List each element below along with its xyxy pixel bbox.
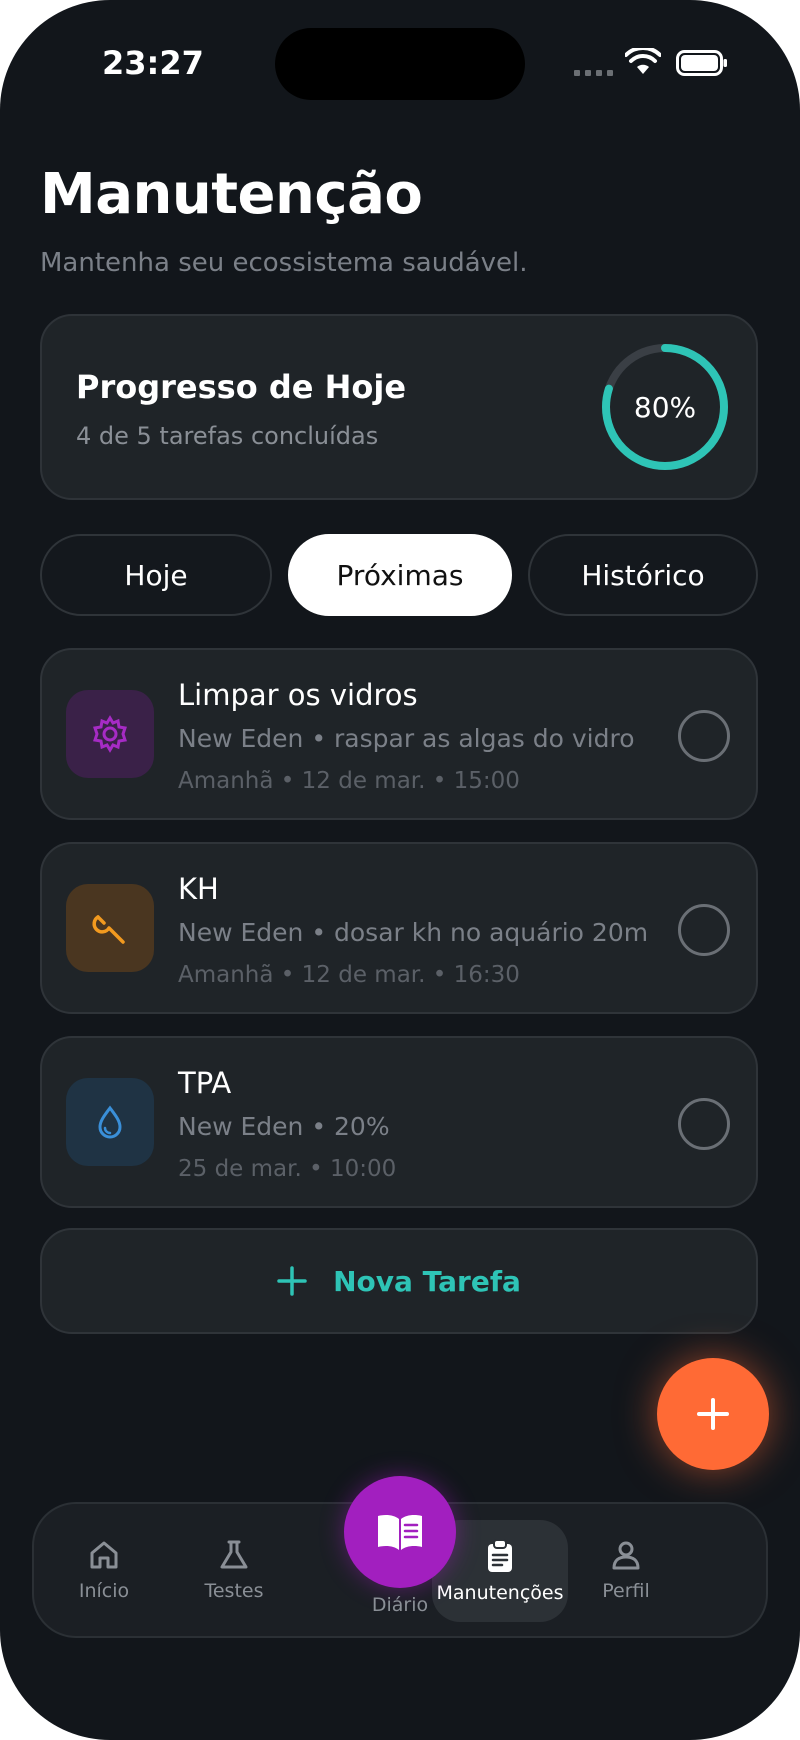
new-task-label: Nova Tarefa	[333, 1264, 521, 1298]
battery-icon	[676, 50, 727, 76]
tab-historico[interactable]: Histórico	[528, 534, 758, 616]
progress-title: Progresso de Hoje	[76, 368, 407, 406]
task-title: TPA	[178, 1066, 232, 1100]
nav-label: Diário	[371, 1594, 429, 1616]
dynamic-island	[275, 28, 525, 100]
progress-percent: 80%	[633, 390, 697, 424]
nav-item-testes[interactable]: Testes	[184, 1504, 284, 1636]
cellular-signal-icon	[574, 70, 613, 76]
add-fab-button[interactable]	[657, 1358, 769, 1470]
home-icon	[90, 1541, 118, 1569]
nav-label: Testes	[204, 1580, 264, 1602]
task-date: Amanhã • 12 de mar. • 16:30	[178, 962, 520, 988]
progress-card: Progresso de Hoje 4 de 5 tarefas concluí…	[40, 314, 758, 500]
task-description: New Eden • dosar kh no aquário 20m	[178, 918, 649, 947]
wrench-icon	[66, 884, 154, 972]
wifi-icon	[625, 48, 661, 74]
water-drop-icon	[66, 1078, 154, 1166]
gear-icon	[66, 690, 154, 778]
task-card[interactable]: TPA New Eden • 20% 25 de mar. • 10:00	[40, 1036, 758, 1208]
page-subtitle: Mantenha seu ecossistema saudável.	[40, 248, 528, 278]
flask-icon	[220, 1540, 248, 1569]
nav-item-diario[interactable]	[344, 1476, 456, 1588]
task-complete-checkbox[interactable]	[678, 1098, 730, 1150]
tab-hoje[interactable]: Hoje	[40, 534, 272, 616]
clipboard-icon	[488, 1539, 512, 1572]
nav-label: Início	[78, 1580, 130, 1602]
task-date: 25 de mar. • 10:00	[178, 1156, 397, 1182]
nav-item-inicio[interactable]: Início	[54, 1504, 154, 1636]
tab-proximas[interactable]: Próximas	[288, 534, 512, 616]
task-title: Limpar os vidros	[178, 678, 418, 712]
task-description: New Eden • 20%	[178, 1112, 390, 1141]
task-complete-checkbox[interactable]	[678, 904, 730, 956]
task-description: New Eden • raspar as algas do vidro	[178, 724, 635, 753]
user-icon	[612, 1541, 640, 1570]
task-card[interactable]: KH New Eden • dosar kh no aquário 20m Am…	[40, 842, 758, 1014]
book-icon	[378, 1515, 422, 1550]
phone-screen: 23:27 Manutenção Mantenha seu ecossistem…	[0, 0, 800, 1740]
page-title: Manutenção	[40, 162, 423, 227]
task-date: Amanhã • 12 de mar. • 15:00	[178, 768, 520, 794]
plus-icon	[697, 1398, 729, 1430]
new-task-button[interactable]: Nova Tarefa	[40, 1228, 758, 1334]
status-time: 23:27	[102, 44, 204, 82]
plus-icon	[277, 1266, 307, 1296]
nav-label: Perfil	[602, 1580, 650, 1602]
task-complete-checkbox[interactable]	[678, 710, 730, 762]
task-card[interactable]: Limpar os vidros New Eden • raspar as al…	[40, 648, 758, 820]
progress-subtitle: 4 de 5 tarefas concluídas	[76, 422, 379, 450]
nav-item-perfil[interactable]: Perfil	[576, 1504, 676, 1636]
task-title: KH	[178, 872, 219, 906]
